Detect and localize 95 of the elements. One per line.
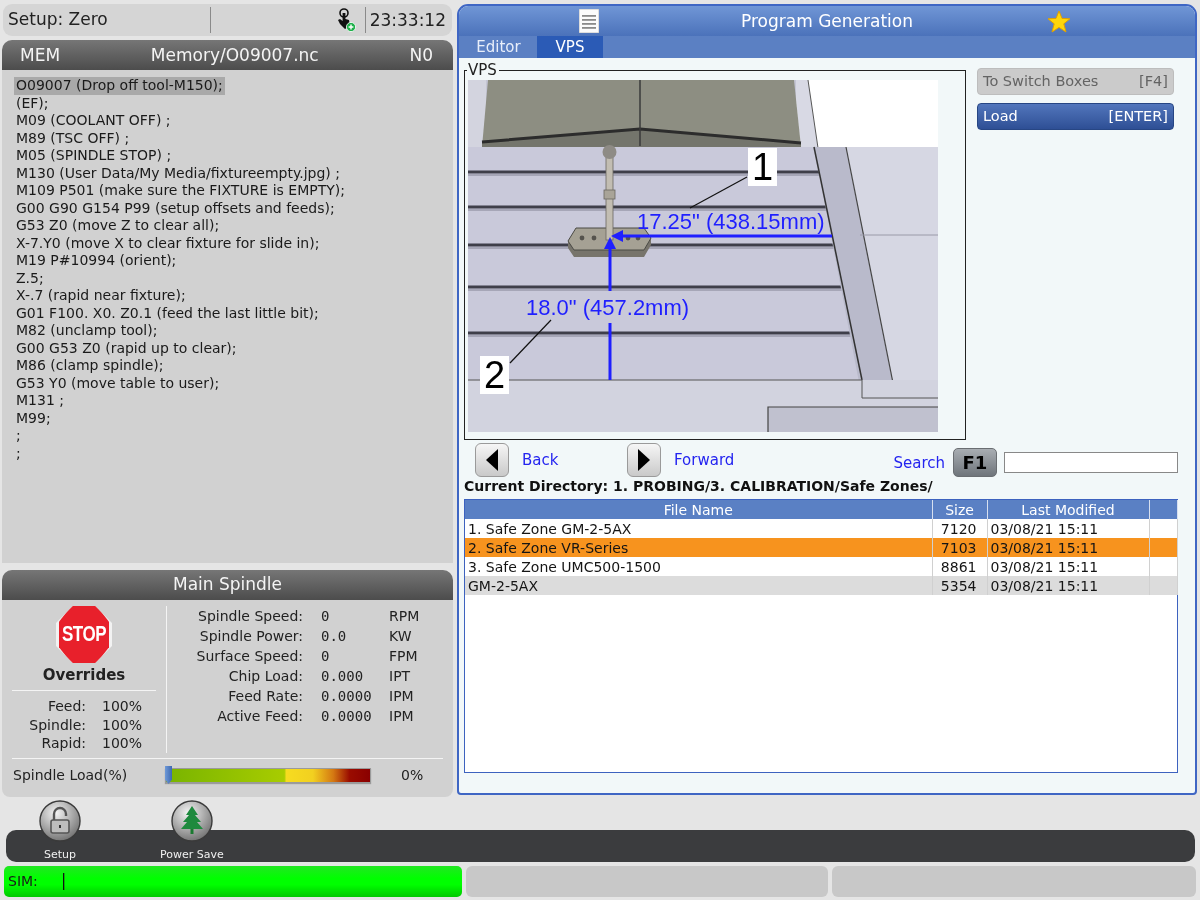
forward-link[interactable]: Forward (674, 448, 735, 472)
table-cell: 03/08/21 15:11 (987, 538, 1149, 557)
file-row[interactable]: GM-2-5AX 5354 03/08/21 15:11 (465, 576, 1177, 595)
code-line[interactable]: M109 P501 (make sure the FIXTURE is EMPTY); (14, 182, 347, 200)
panel-title: Program Generation (741, 11, 913, 31)
stat-value: 0 (321, 606, 330, 626)
table-cell: 03/08/21 15:11 (987, 576, 1149, 595)
code-line[interactable]: M130 (User Data/My Media/fixtureempty.jpg) ; (14, 164, 342, 182)
code-line[interactable]: M89 (TSC OFF) ; (14, 129, 132, 147)
table-cell: 7103 (932, 538, 987, 557)
back-button[interactable] (475, 443, 509, 477)
stat-label: Active Feed: (217, 706, 303, 726)
toolbar-button[interactable]: Power Save (147, 800, 237, 861)
tab[interactable]: VPS (537, 36, 603, 58)
code-line[interactable]: X-7.Y0 (move X to clear fixture for slide in); (14, 234, 322, 252)
status-prompt: SIM: (8, 872, 38, 891)
search-field[interactable] (1004, 451, 1178, 473)
override-value: 100% (102, 715, 143, 734)
stat-unit: IPT (389, 666, 411, 686)
code-line[interactable]: M09 (COOLANT OFF) ; (14, 112, 173, 130)
table-cell: 2. Safe Zone VR-Series (465, 538, 932, 557)
touch-hand-icon (335, 8, 356, 32)
leader-line (689, 176, 748, 209)
vps-group-label: VPS (467, 62, 499, 78)
star-icon[interactable] (1047, 9, 1071, 33)
dimension-label: 17.25" (438.15mm) (637, 211, 825, 233)
override-value: 100% (102, 697, 143, 716)
code-line[interactable]: G53 Z0 (move Z to clear all); (14, 217, 222, 235)
code-line[interactable]: M86 (clamp spindle); (14, 357, 166, 375)
stat-label: Surface Speed: (196, 646, 303, 666)
stat-label: Spindle Speed: (198, 606, 303, 626)
setup-mode-text: Setup: Zero (8, 9, 108, 29)
code-line[interactable]: ; (14, 427, 23, 445)
spindle-panel-title: Main Spindle (2, 570, 453, 600)
code-line[interactable]: M131 ; (14, 392, 66, 410)
menu-icon[interactable] (579, 9, 599, 33)
toolbar-button[interactable]: Setup (25, 800, 95, 861)
stat-value: 0.0000 (321, 686, 372, 706)
code-line[interactable]: (EF); (14, 94, 51, 112)
search-key-button[interactable]: F1 (953, 448, 997, 477)
clock-time: 23:33:12 (368, 10, 447, 30)
override-label: Rapid: (41, 734, 86, 753)
file-row[interactable]: 2. Safe Zone VR-Series 7103 03/08/21 15:11 (465, 538, 1177, 557)
stat-value: 0.000 (321, 666, 364, 686)
code-line[interactable]: Z.5; (14, 269, 46, 287)
spindle-load-label: Spindle Load(%) (13, 767, 128, 783)
code-line[interactable]: M19 P#10994 (orient); (14, 252, 179, 270)
stat-value: 0 (321, 646, 330, 666)
stat-label: Chip Load: (228, 666, 303, 686)
stat-unit: KW (389, 626, 412, 646)
leader-line (509, 319, 552, 364)
action-button[interactable]: Load [ENTER] (977, 103, 1174, 130)
program-file-name: Memory/O09007.nc (150, 45, 319, 65)
program-mode: MEM (20, 45, 61, 65)
override-label: Spindle: (29, 715, 86, 734)
stat-unit: FPM (389, 646, 418, 666)
column-header[interactable]: Last Modified (987, 500, 1149, 519)
left-triangle-icon (486, 449, 498, 471)
code-line[interactable]: G00 G90 G154 P99 (setup offsets and feeds); (14, 199, 337, 217)
text-cursor-icon (62, 873, 65, 890)
program-line-number: N0 (409, 45, 433, 65)
stat-label: Feed Rate: (228, 686, 303, 706)
code-line[interactable]: M99; (14, 409, 53, 427)
stat-unit: IPM (389, 706, 414, 726)
padlock-icon (39, 800, 81, 842)
stat-value: 0.0000 (321, 706, 372, 726)
stat-unit: IPM (389, 686, 414, 706)
code-line[interactable]: X-.7 (rapid near fixture); (14, 287, 188, 305)
table-cell: 5354 (932, 576, 987, 595)
code-line[interactable]: M82 (unclamp tool); (14, 322, 160, 340)
stat-value: 0.0 (321, 626, 347, 646)
callout-number: 2 (480, 356, 510, 394)
stop-sign: STOP (56, 606, 112, 663)
column-header[interactable]: File Name (465, 500, 932, 519)
stat-unit: RPM (389, 606, 420, 626)
code-line[interactable]: M05 (SPINDLE STOP) ; (14, 147, 174, 165)
overrides-title: Overrides (42, 666, 126, 684)
override-value: 100% (102, 734, 143, 753)
stat-label: Spindle Power: (199, 626, 303, 646)
tree-icon (171, 800, 213, 842)
table-cell: GM-2-5AX (465, 576, 932, 595)
column-header[interactable]: Size (932, 500, 987, 519)
override-label: Feed: (47, 697, 86, 716)
back-link[interactable]: Back (522, 448, 559, 472)
code-line[interactable]: G01 F100. X0. Z0.1 (feed the last little bit); (14, 304, 321, 322)
current-directory: Current Directory: 1. PROBING/3. CALIBRATION/Safe Zones/ (464, 478, 933, 494)
callout-number: 1 (748, 148, 778, 186)
code-line[interactable]: ; (14, 444, 23, 462)
spindle-load-reading: 0% (401, 765, 424, 785)
dimension-label: 18.0" (457.2mm) (526, 297, 690, 319)
right-triangle-icon (638, 449, 650, 471)
code-line[interactable]: G00 G53 Z0 (rapid up to clear); (14, 339, 239, 357)
forward-button[interactable] (627, 443, 661, 477)
code-line[interactable]: G53 Y0 (move table to user); (14, 374, 222, 392)
search-label: Search (893, 452, 945, 474)
